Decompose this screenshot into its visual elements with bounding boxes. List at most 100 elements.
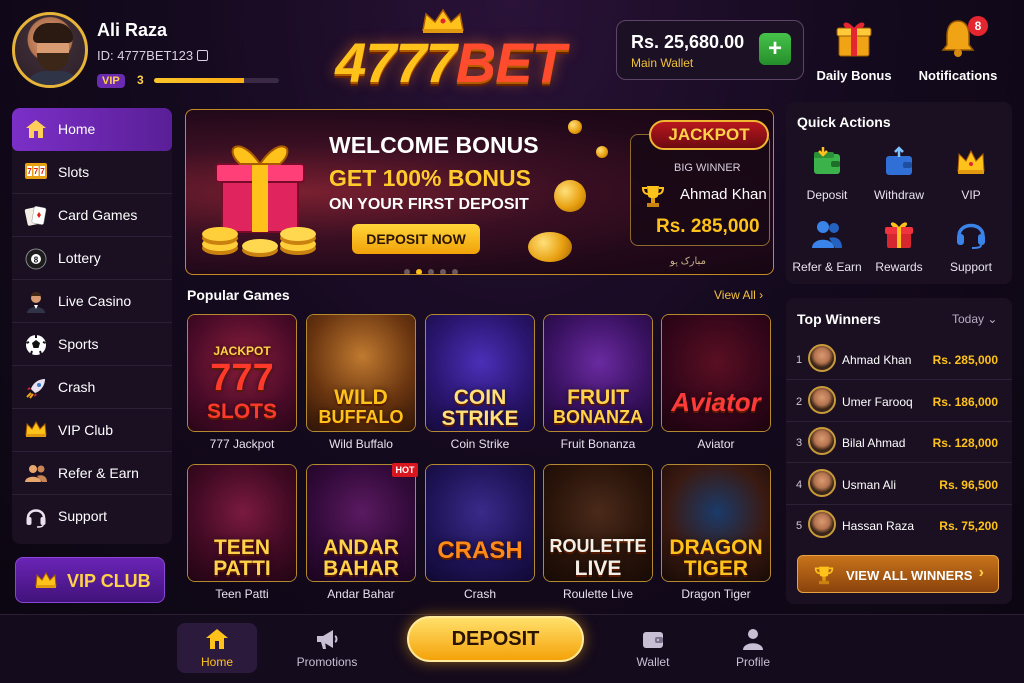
game-label: Dragon Tiger <box>681 587 751 601</box>
winner-row[interactable]: 5 Hassan Raza Rs. 75,200 <box>786 505 1012 546</box>
game-card-crash[interactable]: CRASH <box>425 464 535 582</box>
game-card-roulette-live[interactable]: ROULETTE LIVE <box>543 464 653 582</box>
banner-dot[interactable] <box>428 269 434 274</box>
sidebar-item-slots[interactable]: 777 Slots <box>12 151 172 194</box>
coin-icon <box>528 232 572 262</box>
sidebar-item-label: Home <box>58 121 96 137</box>
quick-action-deposit[interactable]: Deposit <box>792 146 862 208</box>
wallet-label: Main Wallet <box>631 56 694 70</box>
banner-dot[interactable] <box>452 269 458 274</box>
nav-profile[interactable]: Profile <box>713 623 793 673</box>
game-card-teen-patti[interactable]: TEEN PATTI <box>187 464 297 582</box>
game-card-wild-buffalo[interactable]: WILD BUFFALO <box>306 314 416 432</box>
game-art-title: TEEN <box>213 536 270 559</box>
winner-row[interactable]: 4 Usman Ali Rs. 96,500 <box>786 464 1012 505</box>
winner-name: Umer Farooq <box>842 394 913 409</box>
svg-text:8: 8 <box>34 256 39 265</box>
add-funds-button[interactable]: + <box>759 33 791 65</box>
game-label: Andar Bahar <box>327 587 395 601</box>
deposit-button[interactable]: DEPOSIT <box>407 616 584 662</box>
game-card-andar-bahar[interactable]: ANDAR BAHAR <box>306 464 416 582</box>
game-art-title: DRAGON <box>669 536 763 559</box>
game-art-title: BONANZA <box>553 407 643 427</box>
vip-badge: VIP <box>97 74 125 88</box>
game-label: 777 Jackpot <box>209 437 275 451</box>
nav-promotions[interactable]: Promotions <box>287 623 367 673</box>
winner-name: Usman Ali <box>842 477 897 492</box>
daily-bonus-button[interactable]: Daily Bonus <box>814 16 894 86</box>
quick-action-support[interactable]: Support <box>936 218 1006 280</box>
quick-action-vip[interactable]: VIP <box>936 146 1006 208</box>
headset-icon <box>24 506 48 528</box>
quick-action-label: Support <box>949 260 993 274</box>
quick-action-rewards[interactable]: Rewards <box>864 218 934 280</box>
sidebar-item-home[interactable]: Home <box>12 108 172 151</box>
nav-home[interactable]: Home <box>177 623 257 673</box>
game-thumbnail <box>426 465 534 581</box>
notifications-button[interactable]: 8 Notifications <box>918 16 998 86</box>
sidebar-item-label: Live Casino <box>58 293 132 309</box>
banner-title: WELCOME BONUS <box>329 132 539 158</box>
game-art-title: Aviator <box>671 387 761 417</box>
dealer-icon <box>24 291 48 313</box>
game-card-aviator[interactable]: Aviator <box>661 314 771 432</box>
quick-actions-panel: Quick Actions Deposit Withdraw VIP Refer… <box>786 102 1012 284</box>
deposit-now-button[interactable]: DEPOSIT NOW <box>352 224 480 254</box>
game-art-title: CRASH <box>437 537 523 564</box>
nav-wallet[interactable]: Wallet <box>613 623 693 673</box>
sidebar-item-label: VIP Club <box>58 422 113 438</box>
winner-row[interactable]: 2 Umer Farooq Rs. 186,000 <box>786 381 1012 422</box>
promo-banner[interactable]: WELCOME BONUS GET 100% BONUS ON YOUR FIR… <box>185 109 774 275</box>
winner-row[interactable]: 1 Ahmad Khan Rs. 285,000 <box>786 339 1012 380</box>
sidebar-item-label: Support <box>58 508 108 524</box>
sidebar-item-label: Sports <box>58 336 99 352</box>
view-all-games-link[interactable]: View All › <box>714 288 763 302</box>
lottery-ball-icon: 8 <box>24 248 48 270</box>
game-art-title: PATTI <box>213 557 271 580</box>
sidebar-nav: Home 777 Slots Card Games 8 Lottery Live… <box>12 108 172 544</box>
winners-filter-dropdown[interactable]: Today ⌄ <box>952 312 997 326</box>
svg-text:7: 7 <box>40 167 45 176</box>
nav-promotions-label: Promotions <box>296 655 358 669</box>
sidebar-item-label: Slots <box>58 164 90 180</box>
game-card-dragon-tiger[interactable]: DRAGON TIGER <box>661 464 771 582</box>
copy-icon[interactable] <box>197 50 209 61</box>
winner-amount: Rs. 128,000 <box>932 436 998 450</box>
logo-part-number: 4777 <box>335 31 457 94</box>
view-all-winners-button[interactable]: VIEW ALL WINNERS › <box>797 555 999 593</box>
sidebar-item-refer-earn[interactable]: Refer & Earn <box>12 452 172 495</box>
quick-action-withdraw[interactable]: Withdraw <box>864 146 934 208</box>
sidebar-item-live-casino[interactable]: Live Casino <box>12 280 172 323</box>
app-root: Ali Raza ID: 4777BET123 VIP 3 4777BET Rs… <box>0 0 1024 683</box>
sidebar-item-crash[interactable]: Crash <box>12 366 172 409</box>
main-wallet-card[interactable]: Rs. 25,680.00 Main Wallet + <box>616 20 804 80</box>
game-art-title: BAHAR <box>323 557 399 580</box>
coins-icon <box>202 227 316 257</box>
game-card-fruit-bonanza[interactable]: FRUIT BONANZA <box>543 314 653 432</box>
avatar <box>808 385 836 414</box>
soccer-ball-icon <box>24 334 48 356</box>
banner-dot-active[interactable] <box>416 269 422 274</box>
banner-subtitle-2: ON YOUR FIRST DEPOSIT <box>329 196 529 213</box>
avatar[interactable] <box>12 12 88 88</box>
sidebar-item-card-games[interactable]: Card Games <box>12 194 172 237</box>
sidebar-item-lottery[interactable]: 8 Lottery <box>12 237 172 280</box>
users-icon <box>24 463 48 485</box>
avatar <box>808 344 836 372</box>
vip-club-button[interactable]: VIP CLUB <box>15 557 165 603</box>
game-art-title: WILD <box>334 386 388 409</box>
game-art-title: ANDAR <box>323 536 399 559</box>
game-card-coin-strike[interactable]: COIN STRIKE <box>425 314 535 432</box>
game-card-777-jackpot[interactable]: JACKPOT 777 SLOTS <box>187 314 297 432</box>
sidebar-item-support[interactable]: Support <box>12 495 172 538</box>
user-profile[interactable]: Ali Raza ID: 4777BET123 VIP 3 <box>12 12 279 94</box>
view-all-label: View All <box>714 288 756 302</box>
banner-dot[interactable] <box>440 269 446 274</box>
coin-icon <box>568 120 582 134</box>
winner-row[interactable]: 3 Bilal Ahmad Rs. 128,000 <box>786 422 1012 463</box>
sidebar-item-vip-club[interactable]: VIP Club <box>12 409 172 452</box>
brand-logo[interactable]: 4777BET <box>320 6 580 98</box>
sidebar-item-sports[interactable]: Sports <box>12 323 172 366</box>
banner-dot[interactable] <box>404 269 410 274</box>
quick-action-refer-earn[interactable]: Refer & Earn <box>792 218 862 280</box>
